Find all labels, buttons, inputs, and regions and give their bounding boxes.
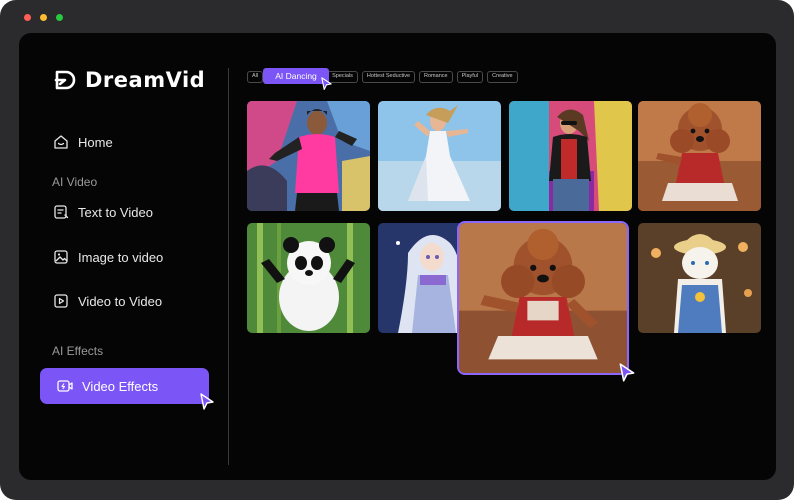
dreamvid-logo-icon bbox=[54, 70, 76, 90]
video-play-icon bbox=[54, 294, 68, 308]
mouse-cursor-icon bbox=[200, 393, 214, 410]
sidebar-item-video-to-video[interactable]: Video to Video bbox=[52, 292, 162, 310]
text-document-icon bbox=[54, 205, 69, 219]
app-content: DreamVid Home AI Video Text to Video Ima… bbox=[19, 33, 776, 480]
home-icon bbox=[54, 135, 68, 149]
thumbnail-cat-overalls-straw-hat[interactable] bbox=[638, 223, 761, 333]
sidebar-item-label: Text to Video bbox=[78, 204, 153, 220]
sidebar-divider bbox=[228, 68, 229, 465]
sidebar-item-label: Video Effects bbox=[82, 378, 159, 394]
filter-romance[interactable]: Romance bbox=[419, 71, 453, 83]
maximize-window-button[interactable] bbox=[56, 14, 63, 21]
sidebar-item-text-to-video[interactable]: Text to Video bbox=[52, 203, 153, 221]
thumbnail-dancer-pink-jersey[interactable] bbox=[247, 101, 370, 211]
sidebar-item-video-effects[interactable]: Video Effects bbox=[40, 368, 209, 404]
sidebar-item-label: Image to video bbox=[78, 249, 164, 265]
brand-logo[interactable]: DreamVid bbox=[53, 68, 205, 92]
filter-hottest-seductive[interactable]: Hottest Seductive bbox=[361, 71, 416, 83]
thumbnail-woman-white-dress-beach[interactable] bbox=[378, 101, 501, 211]
window-controls bbox=[24, 14, 63, 21]
sidebar-item-home[interactable]: Home bbox=[52, 133, 113, 151]
thumbnail-poodle-in-dress-enlarged[interactable] bbox=[457, 221, 629, 375]
sidebar-item-label: Video to Video bbox=[78, 293, 163, 309]
video-effects-icon bbox=[57, 380, 73, 392]
sidebar-item-image-to-video[interactable]: Image to video bbox=[52, 248, 163, 266]
image-icon bbox=[54, 250, 68, 264]
filter-playful[interactable]: Playful bbox=[456, 71, 484, 83]
app-window: DreamVid Home AI Video Text to Video Ima… bbox=[0, 0, 794, 500]
minimize-window-button[interactable] bbox=[40, 14, 47, 21]
mouse-cursor-icon bbox=[321, 77, 332, 90]
close-window-button[interactable] bbox=[24, 14, 31, 21]
section-label-ai-video: AI Video bbox=[52, 175, 98, 189]
app-name: DreamVid bbox=[85, 68, 206, 92]
filter-all[interactable]: All bbox=[247, 71, 264, 83]
thumbnail-poodle-in-dress[interactable] bbox=[638, 101, 761, 211]
mouse-cursor-icon bbox=[619, 363, 635, 382]
filter-creative[interactable]: Creative bbox=[487, 71, 518, 83]
thumbnail-panda-bamboo[interactable] bbox=[247, 223, 370, 333]
sidebar-item-label: Home bbox=[78, 134, 113, 150]
section-label-ai-effects: AI Effects bbox=[52, 344, 104, 358]
thumbnail-woman-leather-jacket-graffiti[interactable] bbox=[509, 101, 632, 211]
